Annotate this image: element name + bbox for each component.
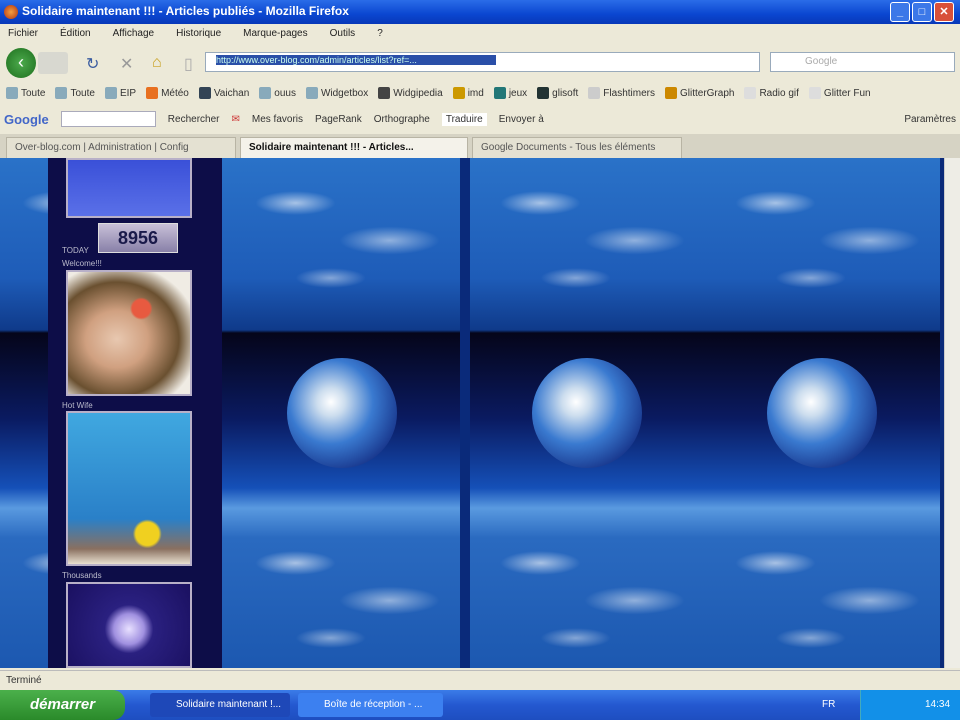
url-bar[interactable]: http://www.over-blog.com/admin/articles/… bbox=[205, 52, 760, 72]
page-icon: ▯ bbox=[184, 56, 193, 73]
start-label: démarrer bbox=[30, 696, 96, 713]
google-logo: Google bbox=[4, 111, 49, 127]
today-label: TODAY bbox=[62, 246, 89, 255]
start-button[interactable]: démarrer bbox=[0, 690, 125, 720]
language-indicator[interactable]: FR bbox=[822, 699, 835, 710]
stop-icon[interactable]: ✕ bbox=[120, 54, 133, 74]
blog-sidebar: 8956 TODAY Welcome!!! Hot Wife Thousands bbox=[48, 158, 222, 668]
earth-image bbox=[532, 358, 642, 468]
taskbar-item-firefox[interactable]: Solidaire maintenant !... bbox=[150, 693, 290, 717]
search-input[interactable]: Google bbox=[770, 52, 955, 72]
background-tile bbox=[470, 158, 705, 668]
taskbar-item-mail[interactable]: Boîte de réception - ... bbox=[298, 693, 443, 717]
widget-label: Thousands bbox=[62, 571, 102, 580]
earth-image bbox=[287, 358, 397, 468]
home-icon[interactable]: ⌂ bbox=[152, 54, 162, 72]
gmail-icon[interactable]: ✉ bbox=[231, 114, 239, 125]
bookmark-item[interactable]: Flashtimers bbox=[588, 86, 655, 100]
firefox-icon bbox=[4, 5, 18, 19]
bookmark-item[interactable]: Toute bbox=[6, 86, 45, 100]
forward-button[interactable] bbox=[38, 52, 68, 74]
woman-portrait-image[interactable] bbox=[66, 270, 192, 396]
maximize-button[interactable]: □ bbox=[912, 2, 932, 22]
bookmark-item[interactable]: GlitterGraph bbox=[664, 86, 734, 100]
visitor-counter: 8956 bbox=[98, 223, 178, 253]
earth-image bbox=[767, 358, 877, 468]
background-tile bbox=[225, 158, 460, 668]
tab-google-docs[interactable]: Google Documents - Tous les éléments bbox=[472, 137, 682, 158]
menu-history[interactable]: Historique bbox=[176, 28, 221, 44]
pagerank-indicator: PageRank bbox=[315, 113, 362, 125]
menu-view[interactable]: Affichage bbox=[113, 28, 155, 44]
menu-file[interactable]: Fichier bbox=[8, 28, 38, 44]
menu-bookmarks[interactable]: Marque-pages bbox=[243, 28, 307, 44]
google-search-button[interactable]: Rechercher bbox=[168, 114, 220, 125]
status-bar: Terminé bbox=[0, 670, 960, 690]
search-placeholder: Google bbox=[805, 56, 838, 67]
menu-tools[interactable]: Outils bbox=[330, 28, 356, 44]
bookmark-item[interactable]: jeux bbox=[493, 86, 527, 100]
bookmark-item[interactable]: imd bbox=[452, 86, 484, 100]
menu-help[interactable]: ? bbox=[377, 28, 383, 44]
widget-label: Hot Wife bbox=[62, 401, 93, 410]
bookmarks-toolbar: Toute Toute EIP Météo Vaichan ouus Widge… bbox=[0, 82, 960, 104]
title-bar: Solidaire maintenant !!! - Articles publ… bbox=[0, 0, 960, 24]
aquarium-image[interactable] bbox=[66, 411, 192, 566]
close-button[interactable]: ✕ bbox=[934, 2, 954, 22]
menu-edit[interactable]: Édition bbox=[60, 28, 91, 44]
tab-articles[interactable]: Solidaire maintenant !!! - Articles... bbox=[240, 137, 468, 158]
system-tray: 14:34 bbox=[860, 690, 960, 720]
taskbar: démarrer Solidaire maintenant !... Boîte… bbox=[0, 690, 960, 720]
minimize-button[interactable]: _ bbox=[890, 2, 910, 22]
moon-image[interactable] bbox=[66, 582, 192, 668]
tab-overblog-admin[interactable]: Over-blog.com | Administration | Config bbox=[6, 137, 236, 158]
window-title: Solidaire maintenant !!! - Articles publ… bbox=[22, 4, 349, 18]
google-toolbar: Google Rechercher ✉ Mes favoris PageRank… bbox=[0, 106, 960, 132]
bookmark-item[interactable]: Vaichan bbox=[198, 86, 249, 100]
bookmark-item[interactable]: glisoft bbox=[537, 86, 578, 100]
bookmark-item[interactable]: Widgetbox bbox=[305, 86, 368, 100]
back-button[interactable]: ‹ bbox=[6, 48, 36, 78]
vertical-scrollbar[interactable] bbox=[944, 158, 960, 668]
bookmark-item[interactable]: Toute bbox=[55, 86, 95, 100]
spellcheck-button[interactable]: Orthographe bbox=[374, 114, 430, 125]
google-bookmarks-button[interactable]: Mes favoris bbox=[252, 114, 303, 125]
send-to-button[interactable]: Envoyer à bbox=[499, 114, 544, 125]
url-text: http://www.over-blog.com/admin/articles/… bbox=[216, 55, 496, 65]
background-tile bbox=[705, 158, 940, 668]
settings-button[interactable]: Paramètres bbox=[904, 114, 956, 125]
bookmark-item[interactable]: Radio gif bbox=[744, 86, 799, 100]
google-search-input[interactable] bbox=[60, 111, 156, 127]
bookmark-item[interactable]: Widgipedia bbox=[378, 86, 443, 100]
status-text: Terminé bbox=[6, 675, 42, 686]
reload-icon[interactable]: ↻ bbox=[86, 54, 99, 74]
welcome-label: Welcome!!! bbox=[62, 259, 102, 268]
widget-banner[interactable] bbox=[66, 158, 192, 218]
tab-bar: Over-blog.com | Administration | Config … bbox=[0, 134, 960, 158]
menu-bar: Fichier Édition Affichage Historique Mar… bbox=[0, 24, 960, 44]
bookmark-item[interactable]: Glitter Fun bbox=[808, 86, 871, 100]
translate-button[interactable]: Traduire bbox=[441, 112, 487, 126]
bookmark-item[interactable]: ouus bbox=[259, 86, 296, 100]
bookmark-item[interactable]: Météo bbox=[146, 86, 189, 100]
clock: 14:34 bbox=[925, 699, 951, 710]
bookmark-item[interactable]: EIP bbox=[104, 86, 136, 100]
